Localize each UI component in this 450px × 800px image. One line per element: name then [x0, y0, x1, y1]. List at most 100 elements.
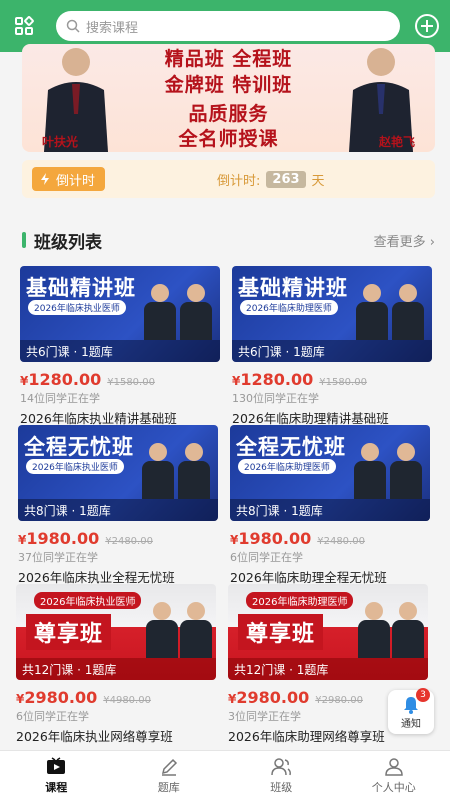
- bottom-tab-bar: 课程 题库 班级 个人中心: [0, 750, 450, 800]
- countdown-tag-label: 倒计时: [56, 173, 96, 189]
- section-accent-bar: [22, 232, 26, 248]
- course-price: ¥1280.00: [20, 370, 102, 389]
- course-banner-footer: 共12门课 · 1题库: [16, 658, 216, 680]
- countdown-label: 倒计时:: [217, 173, 261, 189]
- price-row: ¥1980.00 ¥2480.00: [18, 529, 218, 548]
- search-input[interactable]: 搜索课程: [56, 11, 400, 41]
- tab-label: 个人中心: [371, 780, 416, 794]
- person-icon: [384, 757, 403, 776]
- course-price: ¥1980.00: [18, 529, 100, 548]
- countdown-tag: 倒计时: [32, 167, 106, 191]
- course-card[interactable]: 全程无忧班 2026年临床助理医师共8门课 · 1题库 ¥1980.00 ¥2480.…: [230, 425, 430, 586]
- teacher-figure: [390, 443, 422, 499]
- course-banner-image: 全程无忧班 2026年临床执业医师共8门课 · 1题库: [18, 425, 218, 521]
- course-price-value: 1280.00: [240, 370, 314, 389]
- lightning-icon: [41, 173, 49, 185]
- grid-menu-icon[interactable]: [10, 12, 38, 40]
- banner-line-4: 全名师授课: [178, 128, 279, 150]
- course-original-price: ¥2480.00: [317, 536, 365, 547]
- price-row: ¥1980.00 ¥2480.00: [230, 529, 430, 548]
- teacher-figure: [392, 602, 424, 658]
- course-banner-band: 2026年临床助理医师: [246, 592, 354, 609]
- countdown-text: 倒计时: 263 天: [217, 170, 325, 189]
- course-banner-footer: 共8门课 · 1题库: [230, 499, 430, 521]
- course-card[interactable]: 基础精讲班 2026年临床助理医师共6门课 · 1题库 ¥1280.00 ¥1580.…: [232, 266, 432, 427]
- course-banner-band: 2026年临床执业医师: [28, 300, 126, 315]
- teacher-figure: [142, 443, 174, 499]
- course-card[interactable]: 基础精讲班 2026年临床执业医师共6门课 · 1题库 ¥1280.00 ¥1580.…: [20, 266, 220, 427]
- course-banner-footer: 共6门课 · 1题库: [232, 340, 432, 362]
- course-banner-footer: 共6门课 · 1题库: [20, 340, 220, 362]
- tab-label: 课程: [45, 780, 68, 794]
- course-banner-band: 2026年临床执业医师: [26, 459, 124, 474]
- course-banner-title: 基础精讲班: [26, 276, 136, 300]
- class-list-header: 班级列表 查看更多 ›: [22, 228, 435, 253]
- tab-profile[interactable]: 个人中心: [338, 751, 450, 800]
- course-price: ¥1280.00: [232, 370, 314, 389]
- course-original-price: ¥2480.00: [105, 536, 153, 547]
- tab-label: 班级: [270, 780, 293, 794]
- course-price-value: 1980.00: [26, 529, 100, 548]
- course-original-price: ¥1580.00: [319, 377, 367, 388]
- teacher-figure: [356, 284, 388, 340]
- course-banner-image: 全程无忧班 2026年临床助理医师共8门课 · 1题库: [230, 425, 430, 521]
- course-title: 2026年临床执业网络尊享班: [16, 729, 173, 744]
- tab-classes[interactable]: 班级: [225, 751, 338, 800]
- exam-countdown: 倒计时 倒计时: 263 天: [22, 160, 435, 198]
- tab-courses[interactable]: 课程: [0, 751, 113, 800]
- course-banner-band: 2026年临床执业医师: [34, 592, 142, 609]
- course-banner-footer: 共8门课 · 1题库: [18, 499, 218, 521]
- see-more-link[interactable]: 查看更多 ›: [374, 231, 435, 250]
- course-card[interactable]: 全程无忧班 2026年临床执业医师共8门课 · 1题库 ¥1980.00 ¥2480.…: [18, 425, 218, 586]
- banner-line-1: 精品班 全程班: [164, 48, 293, 70]
- countdown-unit: 天: [311, 173, 325, 189]
- course-banner-title: 尊享班: [238, 614, 324, 650]
- course-price-value: 2980.00: [236, 688, 310, 707]
- tab-question-bank[interactable]: 题库: [113, 751, 226, 800]
- course-card[interactable]: 尊享班 2026年临床执业医师共12门课 · 1题库 ¥2980.00 ¥4980.0…: [16, 584, 216, 745]
- promo-banner[interactable]: 叶扶光 赵艳飞 精品班 全程班 金牌班 特训班 品质服务 全名师授课: [22, 44, 435, 152]
- play-icon: [47, 756, 66, 774]
- course-banner-title: 全程无忧班: [24, 435, 134, 459]
- course-students: 37位同学正在学: [18, 551, 98, 564]
- course-price: ¥1980.00: [230, 529, 312, 548]
- teacher-figure: [144, 284, 176, 340]
- teacher-figure: [354, 443, 386, 499]
- notification-badge: 3: [416, 688, 430, 702]
- teacher-figure: [392, 284, 424, 340]
- course-students: 6位同学正在学: [16, 710, 89, 723]
- course-original-price: ¥1580.00: [107, 377, 155, 388]
- teacher-figure: [178, 443, 210, 499]
- course-banner-footer: 共12门课 · 1题库: [228, 658, 428, 680]
- notification-button[interactable]: 通知 3: [388, 688, 434, 734]
- search-icon: [66, 19, 80, 33]
- add-circle-icon[interactable]: [414, 13, 440, 39]
- course-banner-image: 基础精讲班 2026年临床助理医师共6门课 · 1题库: [232, 266, 432, 362]
- teacher-figure: [180, 284, 212, 340]
- course-banner-title: 全程无忧班: [236, 435, 346, 459]
- teacher-figure: [146, 602, 178, 658]
- course-banner-title: 基础精讲班: [238, 276, 348, 300]
- group-icon: [271, 757, 292, 775]
- course-original-price: ¥4980.00: [103, 695, 151, 706]
- course-price: ¥2980.00: [16, 688, 98, 707]
- price-row: ¥1280.00 ¥1580.00: [232, 370, 432, 389]
- tab-label: 题库: [157, 780, 180, 794]
- course-banner-image: 尊享班 2026年临床执业医师共12门课 · 1题库: [16, 584, 216, 680]
- course-price-value: 2980.00: [24, 688, 98, 707]
- search-placeholder: 搜索课程: [86, 20, 139, 36]
- course-banner-band: 2026年临床助理医师: [238, 459, 336, 474]
- course-banner-image: 基础精讲班 2026年临床执业医师共6门课 · 1题库: [20, 266, 220, 362]
- course-students: 14位同学正在学: [20, 392, 100, 405]
- section-title: 班级列表: [34, 232, 102, 253]
- teacher-figure: [358, 602, 390, 658]
- pencil-icon: [161, 758, 177, 776]
- course-banner-band: 2026年临床助理医师: [240, 300, 338, 315]
- course-students: 130位同学正在学: [232, 392, 319, 405]
- countdown-days: 263: [266, 170, 306, 188]
- course-banner-title: 尊享班: [26, 614, 112, 650]
- course-banner-image: 尊享班 2026年临床助理医师共12门课 · 1题库: [228, 584, 428, 680]
- course-price: ¥2980.00: [228, 688, 310, 707]
- notification-label: 通知: [401, 718, 421, 730]
- price-row: ¥1280.00 ¥1580.00: [20, 370, 220, 389]
